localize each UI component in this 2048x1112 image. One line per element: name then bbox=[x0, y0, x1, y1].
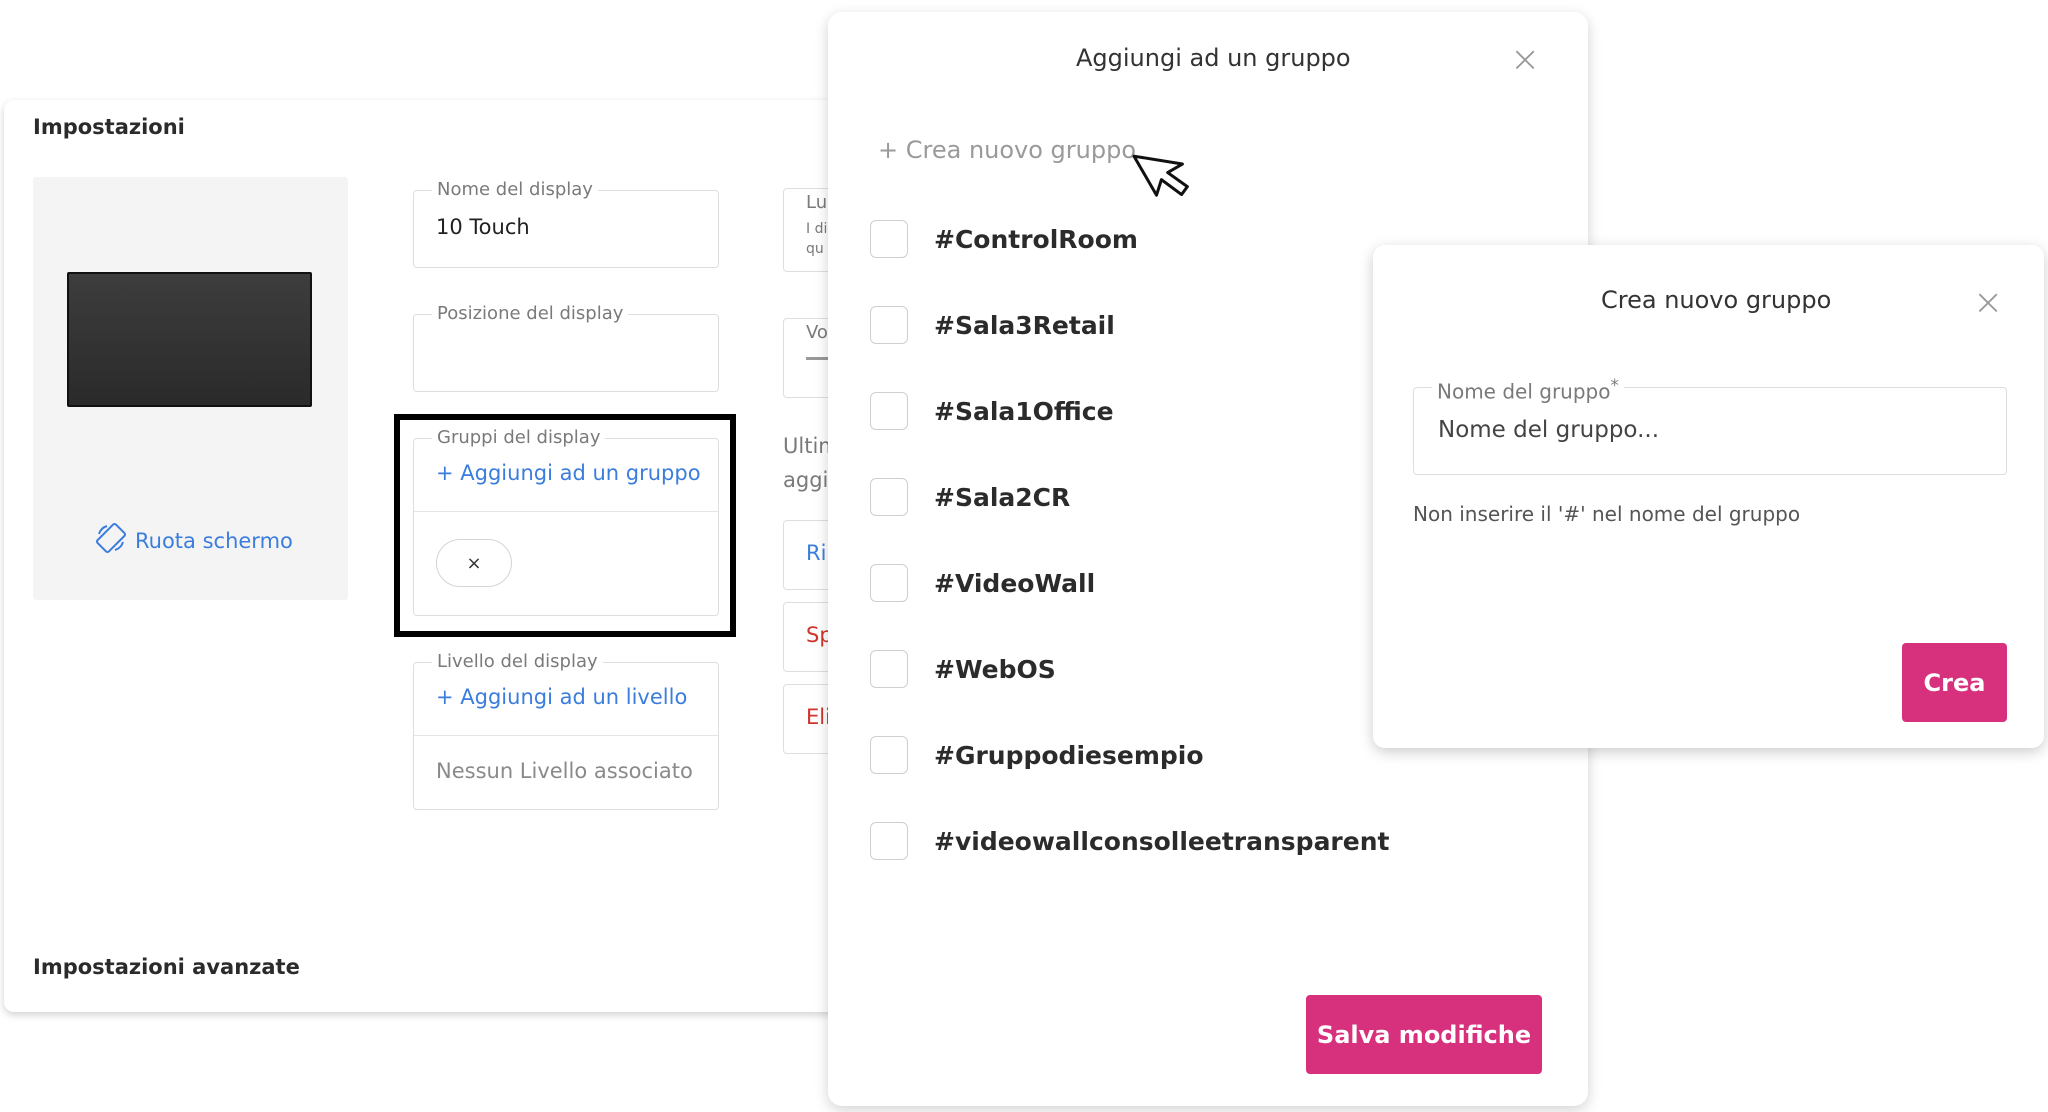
display-position-label: Posizione del display bbox=[432, 303, 629, 324]
group-checkbox[interactable] bbox=[870, 478, 908, 516]
rotate-screen-icon bbox=[95, 522, 127, 559]
create-button[interactable]: Crea bbox=[1902, 643, 2007, 722]
partial-field-2: Vo bbox=[783, 318, 828, 398]
group-checkbox[interactable] bbox=[870, 306, 908, 344]
partial-button-3[interactable]: Eli bbox=[783, 684, 828, 754]
display-name-label: Nome del display bbox=[432, 179, 598, 200]
modal-title: Crea nuovo gruppo bbox=[1601, 286, 1832, 314]
group-option[interactable]: #ControlRoom bbox=[870, 220, 1138, 258]
group-checkbox[interactable] bbox=[870, 650, 908, 688]
group-name-label: Nome del gruppo* bbox=[1432, 376, 1624, 404]
group-option-label: #VideoWall bbox=[934, 568, 1096, 598]
group-checkbox[interactable] bbox=[870, 564, 908, 602]
create-new-group-link[interactable]: + Crea nuovo gruppo bbox=[878, 136, 1136, 164]
slider-track[interactable] bbox=[806, 357, 828, 360]
create-group-modal: Crea nuovo gruppo × Nome del gruppo* Nom… bbox=[1373, 245, 2044, 748]
required-mark: * bbox=[1610, 376, 1619, 395]
partial-text: I di bbox=[806, 221, 828, 237]
group-checkbox[interactable] bbox=[870, 392, 908, 430]
add-to-level-link[interactable]: + Aggiungi ad un livello bbox=[436, 685, 687, 709]
partial-text: aggi bbox=[783, 468, 828, 492]
partial-label: Vo bbox=[806, 322, 828, 343]
partial-field-1: Lu I di qu bbox=[783, 188, 828, 272]
no-level-text: Nessun Livello associato bbox=[436, 759, 693, 783]
partial-button-2[interactable]: Sp bbox=[783, 602, 828, 672]
save-changes-button[interactable]: Salva modifiche bbox=[1306, 995, 1542, 1074]
group-name-input[interactable]: Nome del gruppo* Nome del gruppo... bbox=[1413, 376, 2007, 475]
rotate-screen-button[interactable]: Ruota schermo bbox=[95, 522, 293, 559]
display-level-field: Livello del display + Aggiungi ad un liv… bbox=[413, 651, 719, 810]
settings-title: Impostazioni bbox=[33, 115, 185, 139]
mouse-pointer-icon bbox=[1132, 154, 1189, 197]
group-option[interactable]: #Sala3Retail bbox=[870, 306, 1115, 344]
group-option[interactable]: #Sala2CR bbox=[870, 478, 1070, 516]
group-option-label: #ControlRoom bbox=[934, 224, 1138, 254]
group-checkbox[interactable] bbox=[870, 822, 908, 860]
group-checkbox[interactable] bbox=[870, 220, 908, 258]
display-position-field[interactable]: Posizione del display bbox=[413, 303, 719, 392]
group-option[interactable]: #Sala1Office bbox=[870, 392, 1114, 430]
display-name-value: 10 Touch bbox=[436, 215, 530, 239]
partial-label: Eli bbox=[806, 705, 828, 729]
group-option[interactable]: #videowallconsolleetransparent bbox=[870, 822, 1389, 860]
rotate-screen-label: Ruota schermo bbox=[135, 528, 293, 553]
group-option[interactable]: #Gruppodiesempio bbox=[870, 736, 1204, 774]
group-option-label: #Sala3Retail bbox=[934, 310, 1115, 340]
display-level-label: Livello del display bbox=[432, 651, 603, 672]
display-screen-image bbox=[67, 272, 312, 407]
advanced-settings-title: Impostazioni avanzate bbox=[33, 955, 300, 979]
divider bbox=[414, 735, 718, 736]
partial-text: Ultim bbox=[783, 434, 828, 458]
group-option-label: #Gruppodiesempio bbox=[934, 740, 1204, 770]
highlight-frame bbox=[394, 414, 736, 637]
partial-label: Ri bbox=[806, 541, 827, 565]
group-option-label: #videowallconsolleetransparent bbox=[934, 826, 1390, 856]
group-name-placeholder: Nome del gruppo... bbox=[1438, 417, 1660, 443]
modal-title: Aggiungi ad un gruppo bbox=[1076, 44, 1351, 72]
partial-text: qu bbox=[806, 241, 824, 257]
group-option[interactable]: #VideoWall bbox=[870, 564, 1095, 602]
group-checkbox[interactable] bbox=[870, 736, 908, 774]
partial-label: Lu bbox=[806, 192, 828, 213]
group-option-label: #Sala1Office bbox=[934, 396, 1114, 426]
group-option-label: #WebOS bbox=[934, 654, 1056, 684]
group-name-hint: Non inserire il '#' nel nome del gruppo bbox=[1413, 502, 1801, 526]
partial-button-1[interactable]: Ri bbox=[783, 520, 828, 590]
partial-label: Sp bbox=[806, 623, 828, 647]
partially-hidden-column: Lu I di qu Vo Ultim aggi Ri Sp Eli bbox=[783, 180, 828, 780]
close-icon[interactable]: × bbox=[1973, 285, 2003, 321]
display-name-field[interactable]: Nome del display 10 Touch bbox=[413, 179, 719, 268]
group-option-label: #Sala2CR bbox=[934, 482, 1071, 512]
group-option[interactable]: #WebOS bbox=[870, 650, 1056, 688]
close-icon[interactable]: × bbox=[1510, 42, 1540, 78]
